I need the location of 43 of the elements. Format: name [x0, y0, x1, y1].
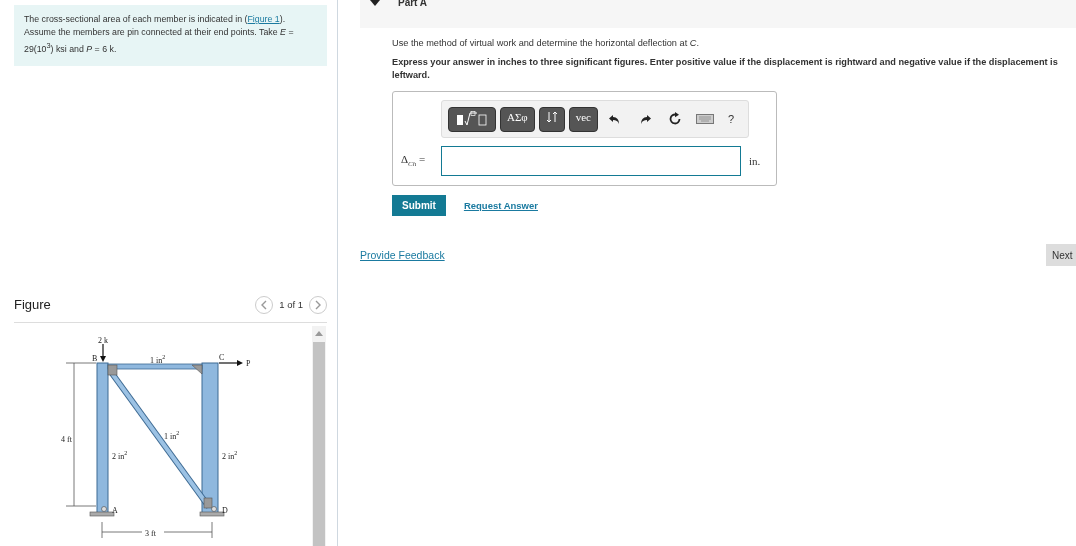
help-button[interactable]: ?: [721, 106, 741, 132]
answer-field[interactable]: [441, 146, 741, 176]
undo-icon[interactable]: [608, 113, 621, 125]
joint-label: A: [112, 505, 118, 515]
question-text: Use the method of virtual work and determine the horizontal deflection at C.: [392, 38, 700, 48]
force-label: P: [246, 358, 251, 368]
dimension-label: 4 ft: [61, 434, 72, 444]
dimension-label: 3 ft: [145, 528, 156, 538]
keyboard-icon[interactable]: [695, 114, 714, 124]
area-label: 1 in$^{2}$: [164, 428, 180, 441]
load-label: 2 k: [98, 335, 108, 345]
problem-text: The cross-sectional area of each member is indicated in (Figure 1). Assume the members are pin connected at their end points. Take E = 29(10$^{3}$) ksi and P = 6 k.: [24, 13, 295, 56]
redo-icon[interactable]: [638, 113, 651, 125]
feedback-link[interactable]: Provide Feedback: [360, 249, 445, 261]
scrollbar[interactable]: [312, 325, 326, 546]
templates-icon[interactable]: [455, 110, 489, 127]
up-down-arrows-icon[interactable]: [545, 110, 558, 123]
chevron-left-icon[interactable]: [260, 299, 269, 310]
next-button[interactable]: Next: [1046, 244, 1076, 266]
symbol-button[interactable]: vec: [568, 106, 598, 132]
request-answer-link[interactable]: Request Answer: [463, 200, 538, 211]
area-label: 2 in$^{2}$: [222, 448, 238, 461]
symbol-button[interactable]: ΑΣφ: [500, 106, 535, 132]
scrollbar-thumb[interactable]: [313, 341, 325, 546]
area-label: 1 in$^{2}$: [150, 352, 166, 365]
unit-label: in.: [749, 155, 761, 167]
arrows-button[interactable]: [538, 106, 565, 132]
next-figure-button[interactable]: [309, 295, 327, 314]
answer-label: Δ$_{Ch}$ =: [401, 153, 427, 169]
reset-icon[interactable]: [667, 112, 682, 126]
joint-label: C: [219, 352, 225, 362]
area-label: 2 in$^{2}$: [112, 448, 128, 461]
chevron-right-icon[interactable]: [314, 299, 322, 310]
joint-label: B: [92, 353, 98, 363]
submit-button[interactable]: Submit: [392, 195, 446, 216]
figure-title: Figure: [14, 297, 51, 313]
figure-counter: 1 of 1: [279, 299, 303, 311]
caret-icon[interactable]: [370, 0, 380, 7]
part-title[interactable]: Part A: [398, 0, 428, 7]
instructions-text: Express your answer in inches to three significant figures. Enter positive value if the displacement is rightward and negative value if the displacement is leftward.: [392, 56, 1059, 81]
templates-button[interactable]: [448, 106, 496, 132]
joint-label: D: [222, 505, 228, 515]
scroll-up-icon[interactable]: [315, 329, 323, 336]
